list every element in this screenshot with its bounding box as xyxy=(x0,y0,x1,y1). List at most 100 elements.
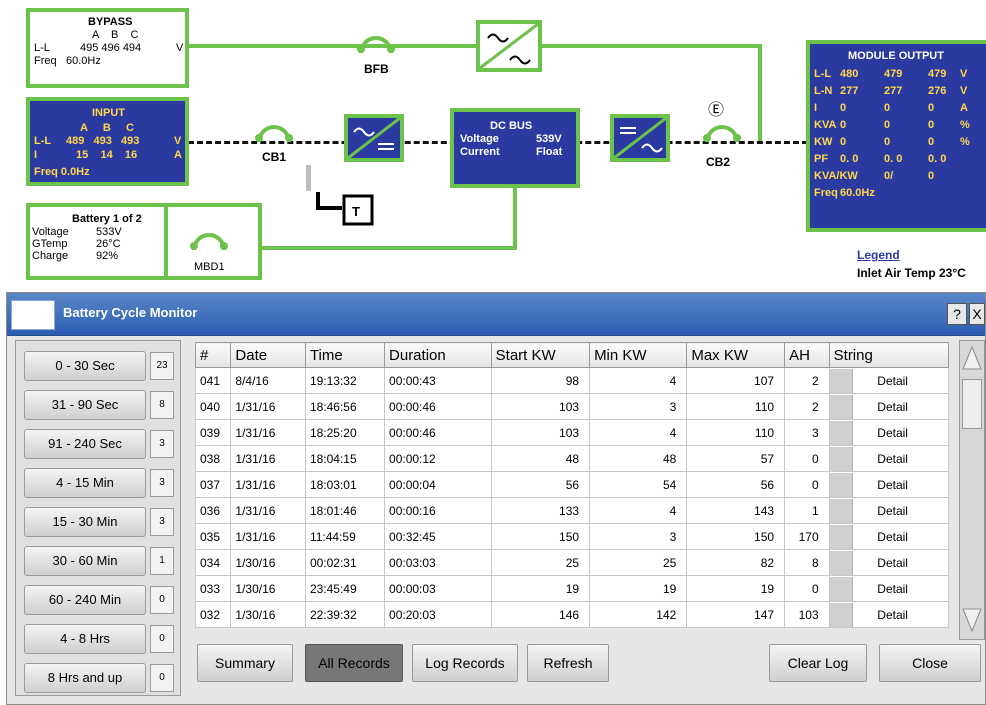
string-swatch xyxy=(829,498,853,523)
input-panel[interactable]: INPUT A B C L-L 489 493 493 V I 15 14 16… xyxy=(26,97,189,186)
table-cell: 00:03:03 xyxy=(384,549,492,576)
vertical-scrollbar[interactable] xyxy=(959,340,985,640)
module-output-value: 480 xyxy=(840,68,859,80)
scroll-up-arrow-icon[interactable] xyxy=(961,343,983,373)
t-switch-icon[interactable] xyxy=(316,190,376,230)
detail-link[interactable]: Detail xyxy=(853,556,933,570)
string-cell: Detail xyxy=(828,419,950,446)
table-cell: 1/30/16 xyxy=(230,601,306,628)
table-row[interactable]: 032 1/30/16 22:39:32 00:20:03 146 142 147 103 De… xyxy=(194,601,950,628)
range-button[interactable]: 31 - 90 Sec xyxy=(24,390,146,420)
table-cell: 3 xyxy=(784,419,830,446)
dc-bus-title: DC BUS xyxy=(490,120,533,132)
module-output-title: MODULE OUTPUT xyxy=(848,50,944,62)
cb1-breaker-icon[interactable] xyxy=(255,124,293,146)
bypass-phases: A B C xyxy=(92,29,139,41)
range-button[interactable]: 15 - 30 Min xyxy=(24,507,146,537)
window-icon xyxy=(11,300,55,330)
detail-link[interactable]: Detail xyxy=(853,400,933,414)
cb2-breaker-icon[interactable] xyxy=(703,124,741,146)
table-cell: 170 xyxy=(784,523,830,550)
table-row[interactable]: 034 1/30/16 00:02:31 00:03:03 25 25 82 8 Detail xyxy=(194,549,950,576)
column-header[interactable]: Date xyxy=(230,342,306,368)
table-row[interactable]: 040 1/31/16 18:46:56 00:00:46 103 3 110 2 Detail xyxy=(194,393,950,420)
all-records-button[interactable]: All Records xyxy=(305,644,403,682)
log-records-button[interactable]: Log Records xyxy=(412,644,518,682)
table-row[interactable]: 033 1/30/16 23:45:49 00:00:03 19 19 19 0 Detail xyxy=(194,575,950,602)
detail-link[interactable]: Detail xyxy=(853,374,933,388)
detail-link[interactable]: Detail xyxy=(853,504,933,518)
table-cell: 56 xyxy=(490,471,591,498)
table-cell: 18:25:20 xyxy=(304,419,386,446)
scroll-down-arrow-icon[interactable] xyxy=(961,605,983,635)
range-button[interactable]: 0 - 30 Sec xyxy=(24,351,146,381)
table-cell: 147 xyxy=(686,601,786,628)
column-header[interactable]: String xyxy=(828,342,950,368)
input-title: INPUT xyxy=(92,107,125,119)
table-cell: 4 xyxy=(589,367,688,394)
dialog-titlebar[interactable]: Battery Cycle Monitor ? X xyxy=(7,293,985,336)
module-output-panel[interactable]: MODULE OUTPUT L-L 480 479 479 V L-N 277 277 276 V… xyxy=(806,40,986,232)
string-swatch xyxy=(829,524,853,549)
detail-link[interactable]: Detail xyxy=(853,608,933,622)
module-output-label: KVA/KW xyxy=(814,170,858,182)
bypass-panel[interactable]: BYPASS A B C L-L 495 496 494 V Freq 60.0… xyxy=(26,8,189,88)
range-count: 0 xyxy=(150,586,174,614)
legend-link[interactable]: Legend xyxy=(857,248,900,262)
table-row[interactable]: 041 8/4/16 19:13:32 00:00:43 98 4 107 2 Detail xyxy=(194,367,950,394)
module-output-value: 0. 0 xyxy=(840,153,859,165)
rectifier-icon[interactable] xyxy=(344,114,404,162)
column-header[interactable]: Time xyxy=(304,342,386,368)
e-symbol: Ⓔ xyxy=(708,102,725,119)
input-ll-unit: V xyxy=(174,135,182,147)
detail-link[interactable]: Detail xyxy=(853,582,933,596)
records-table: # Date Time Duration Start KW Min KW Max KW AH S… xyxy=(194,342,950,628)
range-button[interactable]: 4 - 8 Hrs xyxy=(24,624,146,654)
table-row[interactable]: 039 1/31/16 18:25:20 00:00:46 103 4 110 3 Detail xyxy=(194,419,950,446)
help-button[interactable]: ? xyxy=(947,303,967,325)
column-header[interactable]: Start KW xyxy=(490,342,591,368)
string-cell: Detail xyxy=(828,523,950,550)
detail-link[interactable]: Detail xyxy=(853,530,933,544)
column-header[interactable]: Duration xyxy=(384,342,492,368)
close-button[interactable]: Close xyxy=(879,644,981,682)
scroll-thumb[interactable] xyxy=(962,379,982,429)
module-output-unit: V xyxy=(960,68,968,80)
refresh-button[interactable]: Refresh xyxy=(527,644,609,682)
table-row[interactable]: 038 1/31/16 18:04:15 00:00:12 48 48 57 0 Detail xyxy=(194,445,950,472)
table-row[interactable]: 037 1/31/16 18:03:01 00:00:04 56 54 56 0 Detail xyxy=(194,471,950,498)
range-button[interactable]: 30 - 60 Min xyxy=(24,546,146,576)
table-row[interactable]: 035 1/31/16 11:44:59 00:32:45 150 3 150 170 Deta… xyxy=(194,523,950,550)
battery-gtemp-label: GTemp xyxy=(32,238,68,250)
range-button[interactable]: 8 Hrs and up xyxy=(24,663,146,693)
column-header[interactable]: # xyxy=(194,342,232,368)
bfb-label: BFB xyxy=(364,62,389,76)
inverter-icon[interactable] xyxy=(610,114,670,162)
module-output-label: Freq xyxy=(814,187,838,199)
column-header[interactable]: AH xyxy=(784,342,830,368)
range-button[interactable]: 60 - 240 Min xyxy=(24,585,146,615)
column-header[interactable]: Min KW xyxy=(589,342,688,368)
dc-bus-voltage-value: 539V xyxy=(536,133,562,145)
static-switch-icon[interactable] xyxy=(476,20,542,72)
detail-link[interactable]: Detail xyxy=(853,478,933,492)
mbd1-breaker-icon[interactable] xyxy=(190,232,228,254)
string-swatch xyxy=(829,394,853,419)
range-button[interactable]: 91 - 240 Sec xyxy=(24,429,146,459)
close-x-button[interactable]: X xyxy=(969,303,985,325)
table-row[interactable]: 036 1/31/16 18:01:46 00:00:16 133 4 143 1 Detail xyxy=(194,497,950,524)
input-ll-label: L-L xyxy=(34,135,52,147)
clear-log-button[interactable]: Clear Log xyxy=(769,644,867,682)
detail-link[interactable]: Detail xyxy=(853,452,933,466)
table-cell: 00:00:43 xyxy=(384,367,492,394)
dc-bus-panel[interactable]: DC BUS Voltage 539V Current Float xyxy=(450,108,580,188)
range-button[interactable]: 4 - 15 Min xyxy=(24,468,146,498)
bfb-breaker-icon[interactable] xyxy=(357,35,395,57)
table-cell: 035 xyxy=(194,523,232,550)
table-cell: 18:04:15 xyxy=(304,445,386,472)
summary-button[interactable]: Summary xyxy=(197,644,293,682)
table-cell: 1/31/16 xyxy=(230,523,306,550)
table-cell: 00:32:45 xyxy=(384,523,492,550)
detail-link[interactable]: Detail xyxy=(853,426,933,440)
column-header[interactable]: Max KW xyxy=(686,342,786,368)
